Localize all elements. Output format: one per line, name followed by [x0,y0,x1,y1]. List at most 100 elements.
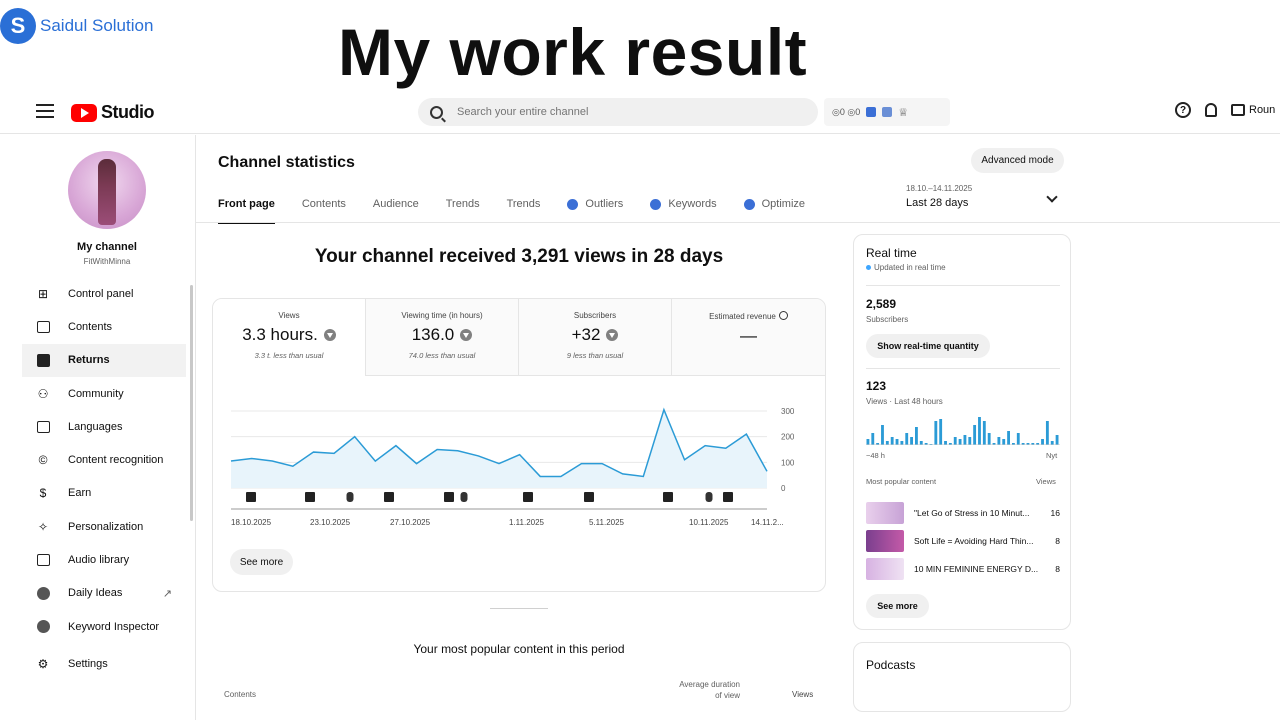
youtube-studio-logo[interactable]: Studio [71,102,155,123]
tab-outliers[interactable]: Outliers [567,198,623,224]
realtime-bar [890,437,894,445]
popular-item-title: "Let Go of Stress in 10 Minut... [914,508,1030,518]
tab-label: Optimize [761,198,806,210]
most-popular-views-header: Views [1036,477,1056,486]
show-realtime-button[interactable]: Show real-time quantity [866,334,990,358]
clock-icon [778,311,788,320]
realtime-bar [1002,439,1006,445]
extension-list-icon[interactable] [882,107,893,117]
column-header-avg-duration: Average duration of view [668,679,740,701]
search-icon [430,105,443,119]
notifications-icon[interactable] [1205,103,1217,117]
help-icon[interactable]: ? [1175,102,1191,118]
sidebar-item-control-panel[interactable]: ⊞ Control panel [22,277,186,310]
realtime-bar [871,433,875,445]
realtime-bar [1055,435,1059,445]
short-marker-icon [460,492,468,502]
realtime-bar-chart[interactable] [866,415,1060,445]
tab-optimize[interactable]: Optimize [743,198,806,224]
extension-icon [36,620,50,634]
video-marker-icon [444,492,454,502]
views-line-chart[interactable]: 0 100 200 300 18.10.2025 23.10.2025 27.10.2025… [213,376,825,546]
realtime-bar [910,437,913,445]
tab-trends[interactable]: Trends [446,198,480,224]
realtime-title: Real time [866,246,917,260]
trophy-icon[interactable]: ♕ [898,106,908,119]
customization-icon: ✧ [37,519,49,534]
extension-icon[interactable] [866,107,877,117]
video-marker-icon [723,492,733,502]
sidebar-scrollbar[interactable] [190,285,193,521]
tab-label: Trends [506,198,541,210]
page-headline: My work result [338,15,808,89]
tab-trends-2[interactable]: Trends [507,198,541,224]
stat-value-row: — [672,326,825,346]
stat-views[interactable]: Views 3.3 hours. 3.3 t. less than usual [213,299,366,376]
external-link-icon[interactable]: ↗ [163,587,172,600]
create-button[interactable]: Roun [1231,104,1275,116]
short-marker-icon [346,492,354,502]
stat-subscribers[interactable]: Subscribers +32 9 less than usual [519,299,672,376]
tab-keywords[interactable]: Keywords [650,198,717,224]
realtime-bar [1041,439,1044,445]
sidebar-item-community[interactable]: ⚇ Community [22,377,186,410]
overview-card: Views 3.3 hours. 3.3 t. less than usual … [212,298,826,592]
y-tick-label: 0 [781,484,786,493]
stat-watch-time[interactable]: Viewing time (in hours) 136.0 74.0 less … [366,299,519,376]
video-marker-icon [384,492,394,502]
realtime-bar [997,437,1001,445]
sidebar-item-settings[interactable]: ⚙ Settings [22,647,186,680]
extension-icon [650,199,662,210]
popular-item[interactable]: 10 MIN FEMININE ENERGY D... 8 [866,558,1060,580]
sidebar-item-contents[interactable]: Contents [22,310,186,343]
sidebar-item-label: Audio library [68,554,130,567]
x-tick-label: 23.10.2025 [310,518,351,527]
popular-item-views: 16 [1050,508,1060,518]
realtime-bar [905,433,909,445]
menu-icon[interactable] [36,104,54,122]
realtime-views-label: Views · Last 48 hours [866,397,943,406]
extension-icon [567,199,579,210]
stat-revenue[interactable]: Estimated revenue — [672,299,825,376]
sidebar-item-daily-ideas[interactable]: Daily Ideas ↗ [22,577,186,610]
video-thumbnail [866,530,904,552]
create-video-icon [1231,104,1245,116]
extension-toolbar[interactable]: ◎0 ◎0 ♕ [824,98,950,126]
popular-item-views: 8 [1055,564,1060,574]
search-input[interactable] [457,106,787,118]
realtime-bar [953,437,957,445]
tab-contents[interactable]: Contents [302,198,346,224]
sidebar-item-keyword-inspector[interactable]: Keyword Inspector [22,610,186,643]
stat-value-row: 3.3 hours. [213,325,365,345]
sidebar-item-personalization[interactable]: ✧ Personalization [22,510,186,543]
advanced-mode-button[interactable]: Advanced mode [971,148,1064,173]
see-more-button[interactable]: See more [230,549,293,575]
studio-wordmark: Studio [101,102,155,122]
realtime-bar [963,435,967,445]
tab-label: Contents [301,198,346,210]
sidebar-item-returns[interactable]: Returns [22,343,186,377]
sidebar-item-languages[interactable]: Languages [22,410,186,443]
popular-item[interactable]: "Let Go of Stress in 10 Minut... 16 [866,502,1060,524]
channel-handle: FitWithMinna [83,257,131,266]
realtime-see-more-button[interactable]: See more [866,594,929,618]
search-bar[interactable] [418,98,818,126]
channel-avatar[interactable] [68,151,146,229]
chevron-down-icon[interactable] [1046,191,1058,203]
date-range-dates: 18.10.–14.11.2025 [906,184,973,193]
tab-front-page[interactable]: Front page [218,198,275,224]
sidebar-item-audio-library[interactable]: Audio library [22,543,186,576]
y-tick-label: 200 [781,433,795,442]
popular-item[interactable]: Soft Life = Avoiding Hard Thin... 8 [866,530,1060,552]
sidebar-item-content-recognition[interactable]: © Content recognition [22,443,186,476]
sidebar-item-label: Keyword Inspector [68,620,160,633]
tab-audience[interactable]: Audience [373,198,419,224]
sidebar-item-earn[interactable]: $ Earn [22,477,186,510]
realtime-card: Real time Updated in real time 2,589 Sub… [853,234,1071,630]
extension-stats: ◎0 ◎0 [832,106,861,117]
dashboard-icon: ⊞ [37,286,49,301]
date-range-selector[interactable]: 18.10.–14.11.2025 Last 28 days [906,184,972,209]
analytics-icon [36,353,50,367]
stat-value: +32 [571,325,601,344]
sidebar-item-label: Returns [68,354,110,367]
